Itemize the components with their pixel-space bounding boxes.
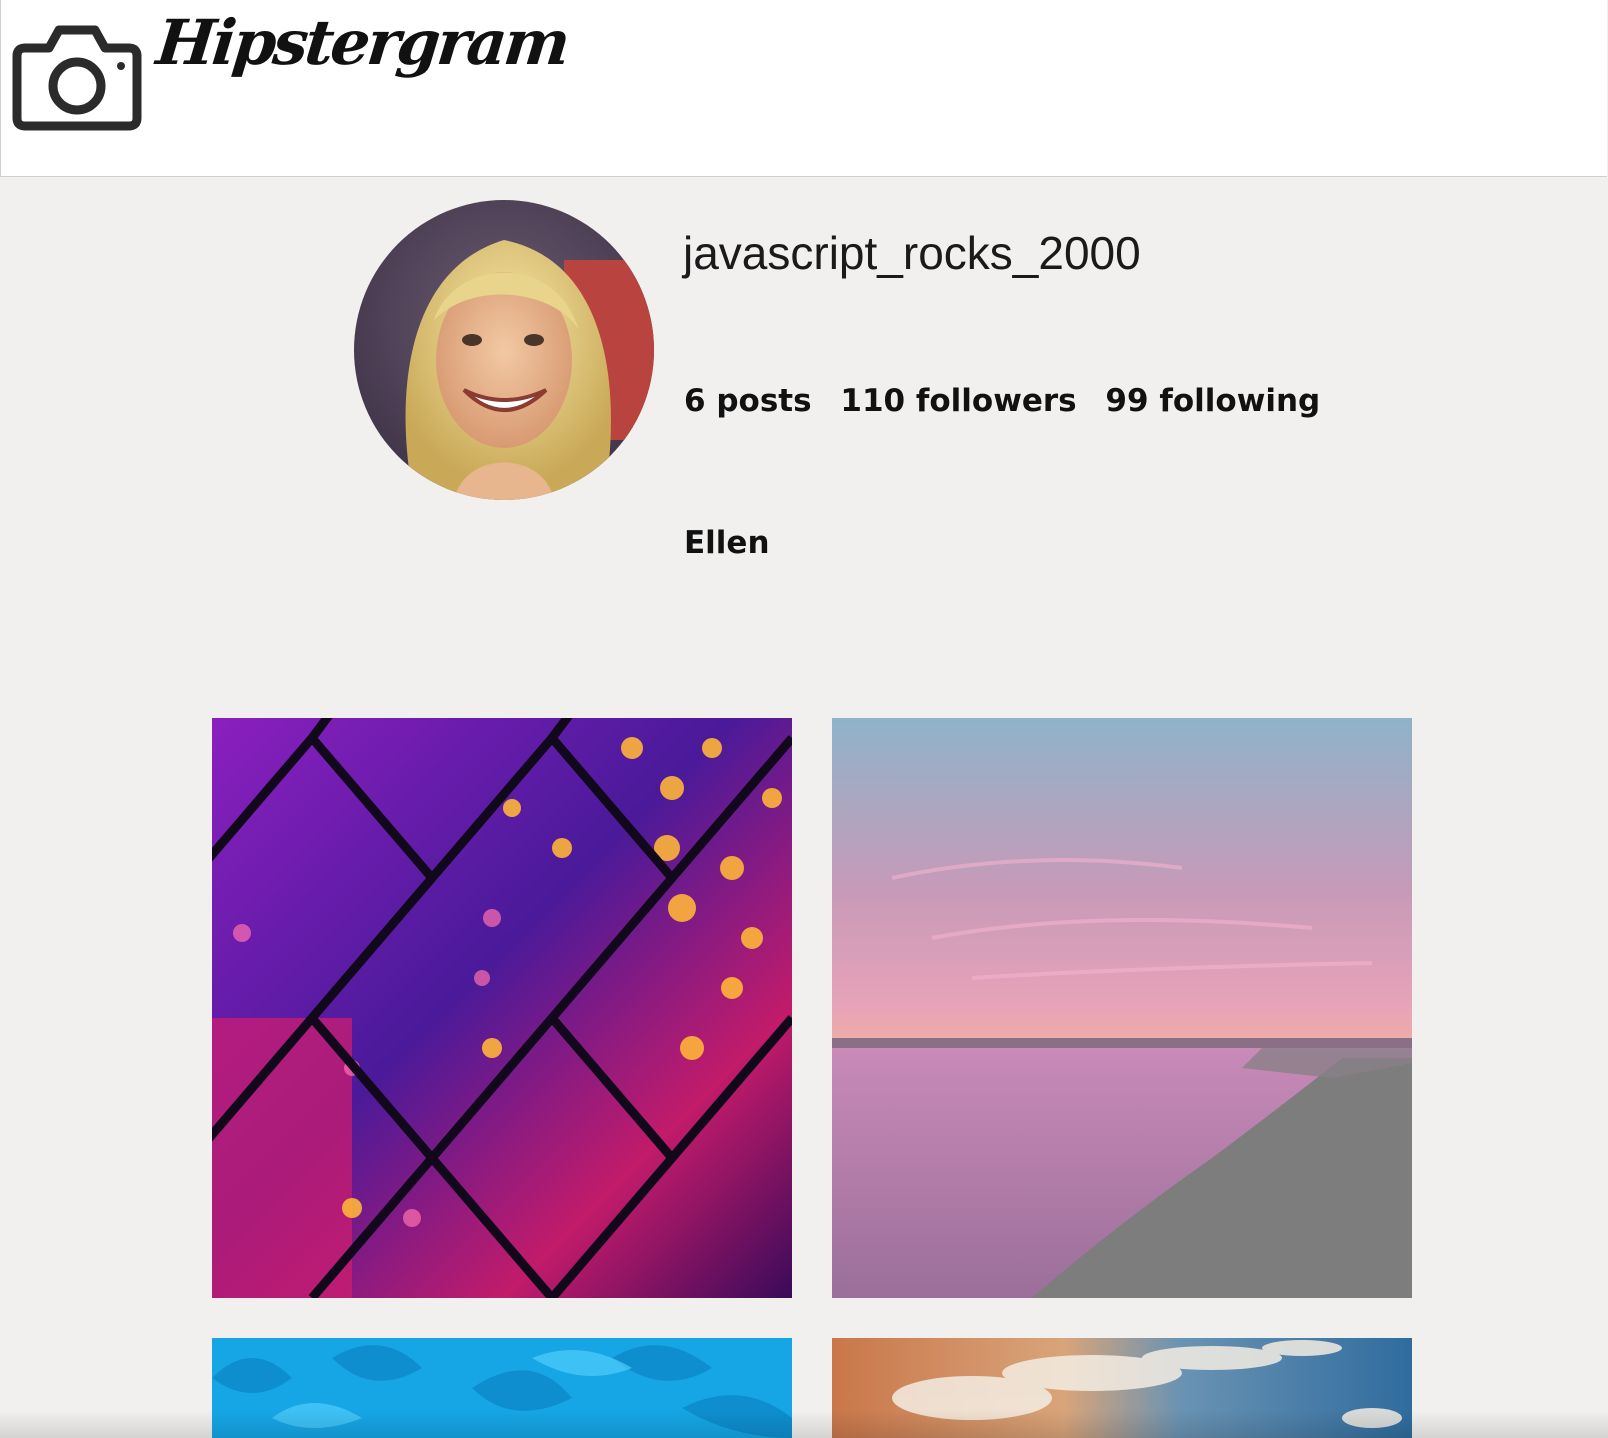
profile-username: javascript_rocks_2000: [683, 227, 1141, 279]
profile-full-name: Ellen: [684, 525, 770, 561]
post-thumbnail-sunset[interactable]: [832, 718, 1412, 1298]
followers-count[interactable]: 110 followers: [840, 383, 1076, 419]
following-count[interactable]: 99 following: [1105, 383, 1320, 419]
brand-logo[interactable]: Hipstergram: [153, 6, 571, 79]
avatar[interactable]: [354, 200, 654, 500]
post-thumbnail-flower[interactable]: [212, 1338, 792, 1438]
profile-stats: 6 posts 110 followers 99 following: [684, 383, 1338, 419]
post-thumbnail-fence[interactable]: [212, 718, 792, 1298]
post-thumbnail-clouds[interactable]: [832, 1338, 1412, 1438]
camera-icon[interactable]: [11, 22, 143, 132]
posts-count[interactable]: 6 posts: [684, 383, 812, 419]
top-navigation-bar: Hipstergram: [0, 0, 1607, 177]
